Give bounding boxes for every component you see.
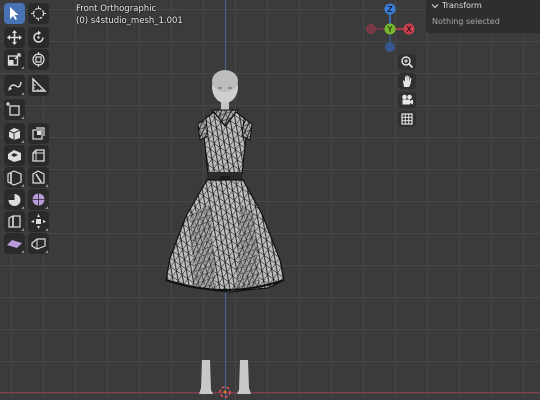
transform-icon: [32, 52, 45, 67]
z-axis-icon[interactable]: Z: [384, 3, 396, 15]
bevel-tool[interactable]: [28, 145, 49, 166]
camera-icon: [402, 94, 413, 105]
transform-tool[interactable]: [28, 49, 49, 70]
x-axis-icon[interactable]: X: [403, 23, 415, 35]
bevel-icon: [32, 149, 45, 162]
annotate-tool[interactable]: [4, 75, 25, 96]
rip-tool[interactable]: [28, 233, 49, 254]
view-name-label: Front Orthographic: [76, 4, 157, 14]
shear-tool[interactable]: [4, 233, 25, 254]
3d-viewport[interactable]: Front Orthographic (0) s4studio_mesh_1.0…: [0, 0, 540, 400]
inset-tool[interactable]: [4, 145, 25, 166]
edge-slide-tool[interactable]: [4, 211, 25, 232]
hand-icon: [403, 75, 412, 87]
magnifier-icon: [401, 56, 414, 69]
extrude-individual-tool[interactable]: [28, 123, 49, 144]
nothing-selected-message: Nothing selected: [432, 17, 500, 26]
inset-icon: [8, 150, 21, 162]
sidebar-panel: Transform Nothing selected: [426, 0, 540, 33]
extrude-tool[interactable]: [4, 123, 25, 144]
extrude-individual-icon: [32, 127, 45, 140]
dress-mesh-model[interactable]: [150, 64, 300, 400]
neg-x-axis-icon[interactable]: [366, 24, 376, 34]
svg-text:Z: Z: [387, 5, 393, 14]
smooth-tool[interactable]: [28, 189, 49, 210]
knife-tool[interactable]: [28, 167, 49, 188]
navigation-gizmo[interactable]: Z Y X: [362, 2, 420, 56]
object-label: (0) s4studio_mesh_1.001: [76, 16, 183, 26]
shrink-fatten-tool[interactable]: [28, 211, 49, 232]
perspective-toggle-button[interactable]: [398, 111, 416, 127]
ruler-icon: [32, 77, 47, 92]
grid-icon: [401, 113, 413, 125]
svg-text:Y: Y: [387, 25, 393, 34]
3d-cursor-icon: [31, 6, 46, 21]
transform-panel-title: Transform: [442, 1, 482, 10]
rotate-tool[interactable]: [28, 27, 49, 48]
rotate-icon: [33, 30, 44, 43]
zoom-button[interactable]: [398, 54, 416, 70]
y-axis-icon[interactable]: Y: [384, 23, 396, 35]
transform-panel-header[interactable]: Transform: [426, 0, 540, 12]
add-cube-tool[interactable]: [4, 99, 25, 120]
cursor-tool[interactable]: [28, 3, 49, 24]
move-arrows-icon: [7, 30, 22, 45]
select-box-tool[interactable]: [4, 3, 25, 24]
neg-z-axis-icon[interactable]: [385, 42, 395, 52]
cursor-arrow-icon: [10, 7, 19, 20]
pan-button[interactable]: [398, 73, 416, 89]
camera-view-button[interactable]: [398, 92, 416, 108]
measure-tool[interactable]: [28, 75, 49, 96]
svg-text:X: X: [406, 25, 412, 34]
chevron-down-icon: [431, 4, 439, 9]
loop-cut-tool[interactable]: [4, 167, 25, 188]
move-tool[interactable]: [4, 27, 25, 48]
scale-tool[interactable]: [4, 49, 25, 70]
spin-tool[interactable]: [4, 189, 25, 210]
